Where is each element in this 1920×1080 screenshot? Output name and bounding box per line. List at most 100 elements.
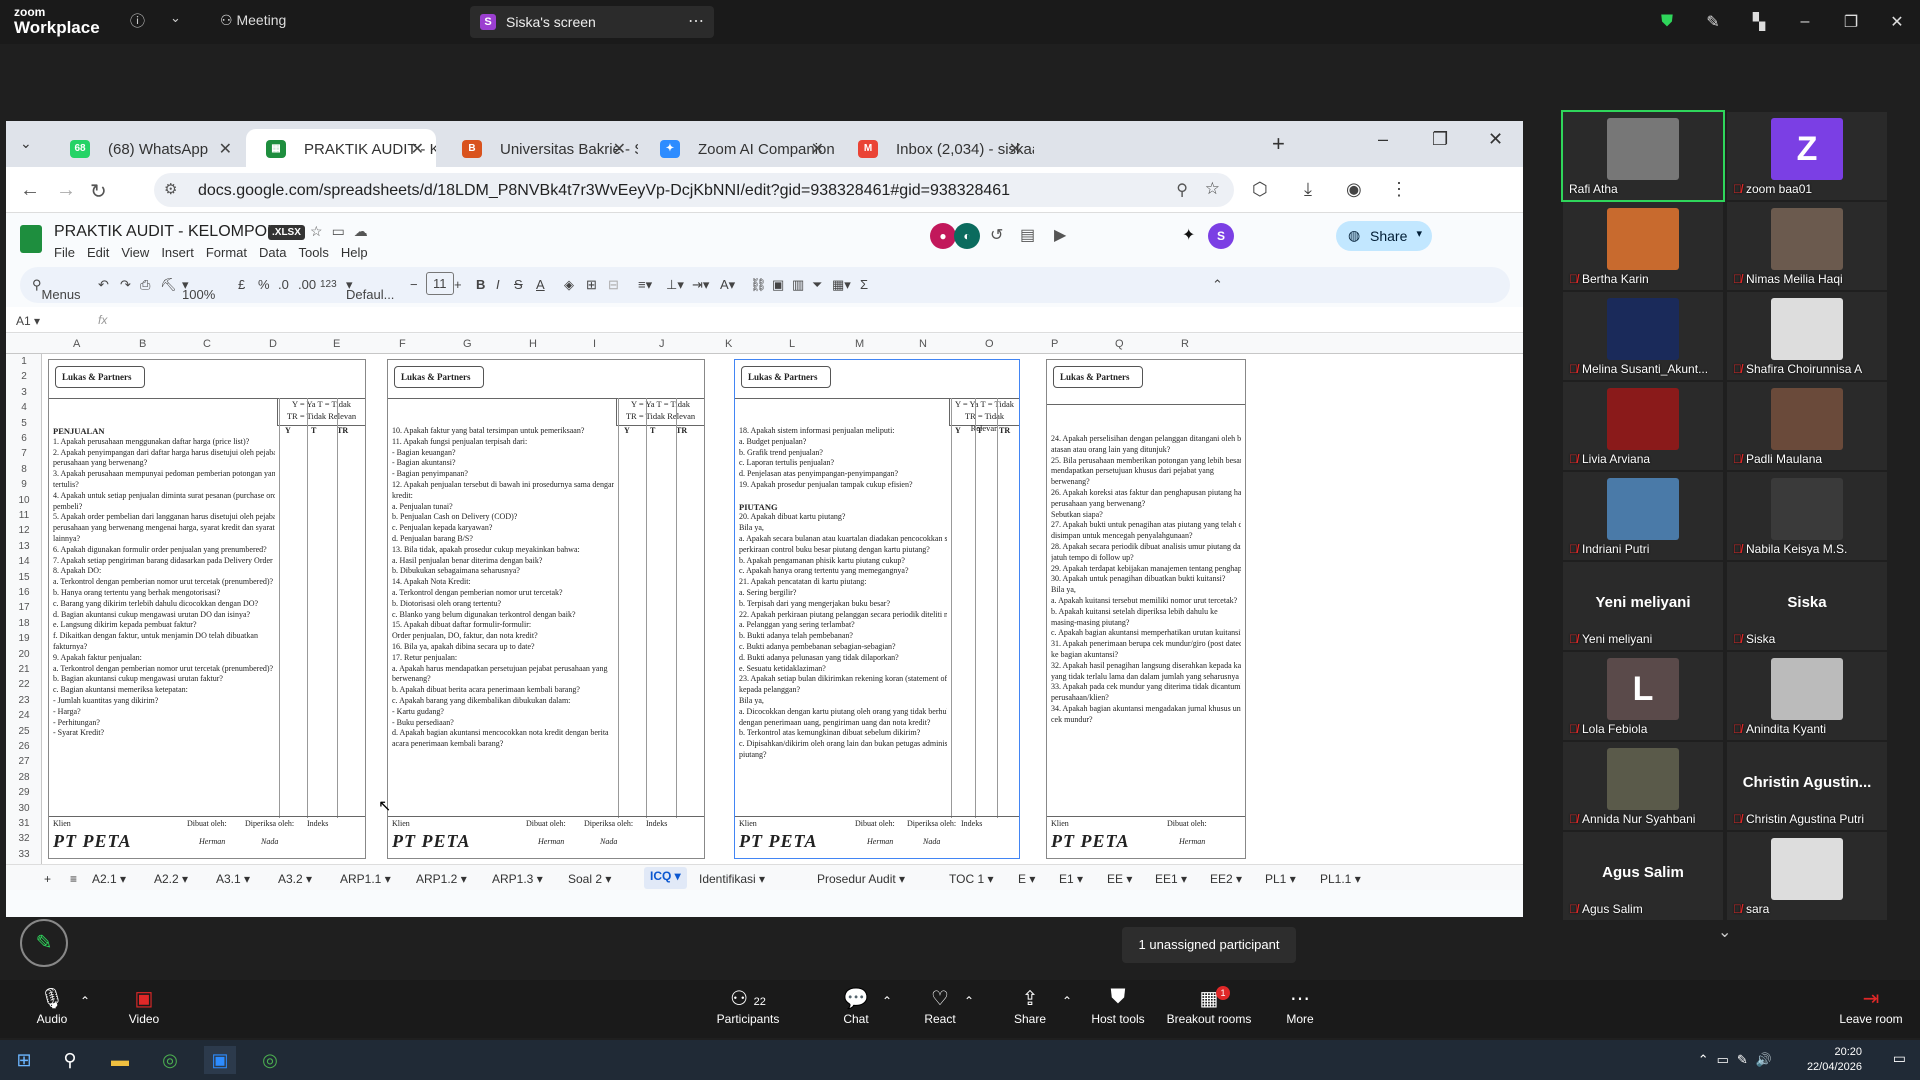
- row-header[interactable]: 1: [14, 356, 34, 367]
- scroll-down-icon[interactable]: ⌄: [1718, 922, 1731, 942]
- row-header[interactable]: 32: [14, 833, 34, 844]
- shared-screen-tab[interactable]: S Siska's screen ⋯: [470, 6, 714, 38]
- row-header[interactable]: 5: [14, 418, 34, 429]
- video-button[interactable]: ▣ Video: [104, 986, 184, 1026]
- notifications-icon[interactable]: ▭: [1893, 1050, 1906, 1067]
- column-header[interactable]: K: [725, 338, 732, 350]
- rotate-icon[interactable]: A▾: [720, 277, 735, 293]
- unassigned-participant-toast[interactable]: 1 unassigned participant: [1122, 927, 1296, 963]
- column-header[interactable]: I: [593, 338, 596, 350]
- currency-button[interactable]: £: [238, 277, 245, 292]
- link-icon[interactable]: ⛓: [750, 277, 767, 293]
- fill-color-icon[interactable]: ◈: [564, 277, 574, 293]
- minimize-icon[interactable]: –: [1782, 13, 1828, 31]
- browser-tab-whatsapp[interactable]: 68 (68) WhatsApp ✕: [50, 129, 244, 167]
- breakout-rooms-button[interactable]: ▦ Breakout rooms 1: [1158, 986, 1260, 1026]
- back-icon[interactable]: ←: [20, 179, 40, 202]
- sheet-tab[interactable]: A3.2 ▾: [278, 872, 312, 886]
- wrap-icon[interactable]: ⇥▾: [692, 277, 709, 293]
- row-header[interactable]: 29: [14, 787, 34, 798]
- column-header[interactable]: H: [529, 338, 537, 350]
- collaborator-avatar[interactable]: ◐: [954, 223, 980, 249]
- row-header[interactable]: 24: [14, 710, 34, 721]
- row-header[interactable]: 22: [14, 679, 34, 690]
- sheet-tab[interactable]: Identifikasi ▾: [699, 872, 765, 886]
- share-button[interactable]: ◍ Share ▾: [1336, 221, 1432, 251]
- sheet-tab[interactable]: PL1.1 ▾: [1320, 872, 1361, 886]
- audio-options-icon[interactable]: ⌃: [80, 994, 90, 1008]
- row-header[interactable]: 14: [14, 556, 34, 567]
- participant-tile[interactable]: Agus Salim 🎙̸ Agus Salim: [1563, 832, 1723, 920]
- share-screen-button[interactable]: ⇪ Share: [990, 986, 1070, 1026]
- column-header[interactable]: M: [855, 338, 864, 350]
- column-header[interactable]: D: [269, 338, 277, 350]
- reload-icon[interactable]: ↻: [90, 179, 107, 204]
- chrome-profile-icon[interactable]: ◎: [254, 1046, 286, 1074]
- column-header[interactable]: C: [203, 338, 211, 350]
- zoom-icon[interactable]: ⚲: [1176, 180, 1188, 200]
- zoom-app-icon[interactable]: ▣: [204, 1046, 236, 1074]
- add-sheet-icon[interactable]: +: [44, 872, 51, 886]
- column-header[interactable]: R: [1181, 338, 1189, 350]
- row-header[interactable]: 15: [14, 572, 34, 583]
- download-icon[interactable]: ⤓: [1304, 179, 1312, 200]
- move-folder-icon[interactable]: ▭: [332, 223, 354, 239]
- zoom-select[interactable]: 100% ▾: [182, 277, 215, 302]
- close-tab-icon[interactable]: ✕: [219, 139, 232, 159]
- row-header[interactable]: 33: [14, 849, 34, 860]
- column-header[interactable]: G: [463, 338, 472, 350]
- participant-tile[interactable]: L 🎙̸ Lola Febiola: [1563, 652, 1723, 740]
- decrease-decimal-button[interactable]: .0: [278, 277, 289, 292]
- participant-tile[interactable]: 🎙̸ Padli Maulana: [1727, 382, 1887, 470]
- sheet-tab[interactable]: ICQ ▾: [644, 867, 687, 889]
- more-options-icon[interactable]: ⋯: [688, 11, 704, 31]
- chrome-menu-icon[interactable]: ⋮: [1390, 179, 1408, 200]
- participant-tile[interactable]: 🎙̸ Livia Arviana: [1563, 382, 1723, 470]
- row-header[interactable]: 8: [14, 464, 34, 475]
- sheet-tab[interactable]: E ▾: [1018, 872, 1035, 886]
- system-tray[interactable]: ⌃▭✎🔊: [1698, 1052, 1780, 1068]
- sheet-tab[interactable]: EE2 ▾: [1210, 872, 1242, 886]
- participants-button[interactable]: ⚇ 22 Participants: [706, 986, 790, 1026]
- annotate-icon[interactable]: ✎: [1690, 12, 1736, 32]
- participant-tile[interactable]: 🎙̸ Shafira Choirunnisa A: [1727, 292, 1887, 380]
- sheet-tab[interactable]: EE ▾: [1107, 872, 1132, 886]
- paint-format-icon[interactable]: ⛏: [160, 277, 177, 293]
- font-size-input[interactable]: 11: [426, 272, 454, 295]
- leave-room-button[interactable]: ⇥ Leave room: [1826, 986, 1916, 1026]
- participant-tile[interactable]: 🎙̸ Indriani Putri: [1563, 472, 1723, 560]
- menu-data[interactable]: Data: [259, 245, 286, 260]
- address-bar[interactable]: ⚙ docs.google.com/spreadsheets/d/18LDM_P…: [154, 173, 1234, 207]
- close-tab-icon[interactable]: ✕: [811, 139, 824, 159]
- menu-insert[interactable]: Insert: [161, 245, 194, 260]
- security-shield-icon[interactable]: ⛊: [1644, 13, 1690, 31]
- document-title[interactable]: PRAKTIK AUDIT - KELOMPOK 3: [54, 223, 291, 241]
- row-header[interactable]: 28: [14, 772, 34, 783]
- browser-tab-universitas[interactable]: B Universitas Bakrie - SIM /✕: [442, 129, 638, 167]
- row-header[interactable]: 4: [14, 402, 34, 413]
- number-format-button[interactable]: 123: [320, 279, 337, 290]
- sheet-tab[interactable]: ARP1.2 ▾: [416, 872, 467, 886]
- chat-options-icon[interactable]: ⌃: [882, 994, 892, 1008]
- column-header[interactable]: Q: [1115, 338, 1124, 350]
- sheet-tab[interactable]: PL1 ▾: [1265, 872, 1296, 886]
- merge-cells-icon[interactable]: ⊟: [608, 277, 619, 293]
- row-header[interactable]: 10: [14, 495, 34, 506]
- menu-view[interactable]: View: [121, 245, 149, 260]
- borders-icon[interactable]: ⊞: [586, 277, 597, 293]
- close-tab-icon[interactable]: ✕: [411, 139, 424, 159]
- collaborator-avatar[interactable]: ●: [930, 223, 956, 249]
- host-tools-button[interactable]: ⛊ Host tools: [1078, 986, 1158, 1026]
- site-info-icon[interactable]: ⚙: [164, 180, 177, 198]
- menu-format[interactable]: Format: [206, 245, 247, 260]
- comments-icon[interactable]: ▤: [1020, 225, 1035, 245]
- row-header[interactable]: 21: [14, 664, 34, 675]
- menu-tools[interactable]: Tools: [298, 245, 328, 260]
- star-icon[interactable]: ☆: [310, 223, 332, 239]
- profile-icon[interactable]: ◉: [1346, 179, 1362, 200]
- search-menus-icon[interactable]: ⚲ Menus: [32, 277, 81, 302]
- cloud-status-icon[interactable]: ☁: [354, 223, 377, 239]
- info-icon[interactable]: ⓘ: [130, 10, 145, 31]
- column-header[interactable]: B: [139, 338, 146, 350]
- share-options-icon[interactable]: ⌃: [1062, 994, 1072, 1008]
